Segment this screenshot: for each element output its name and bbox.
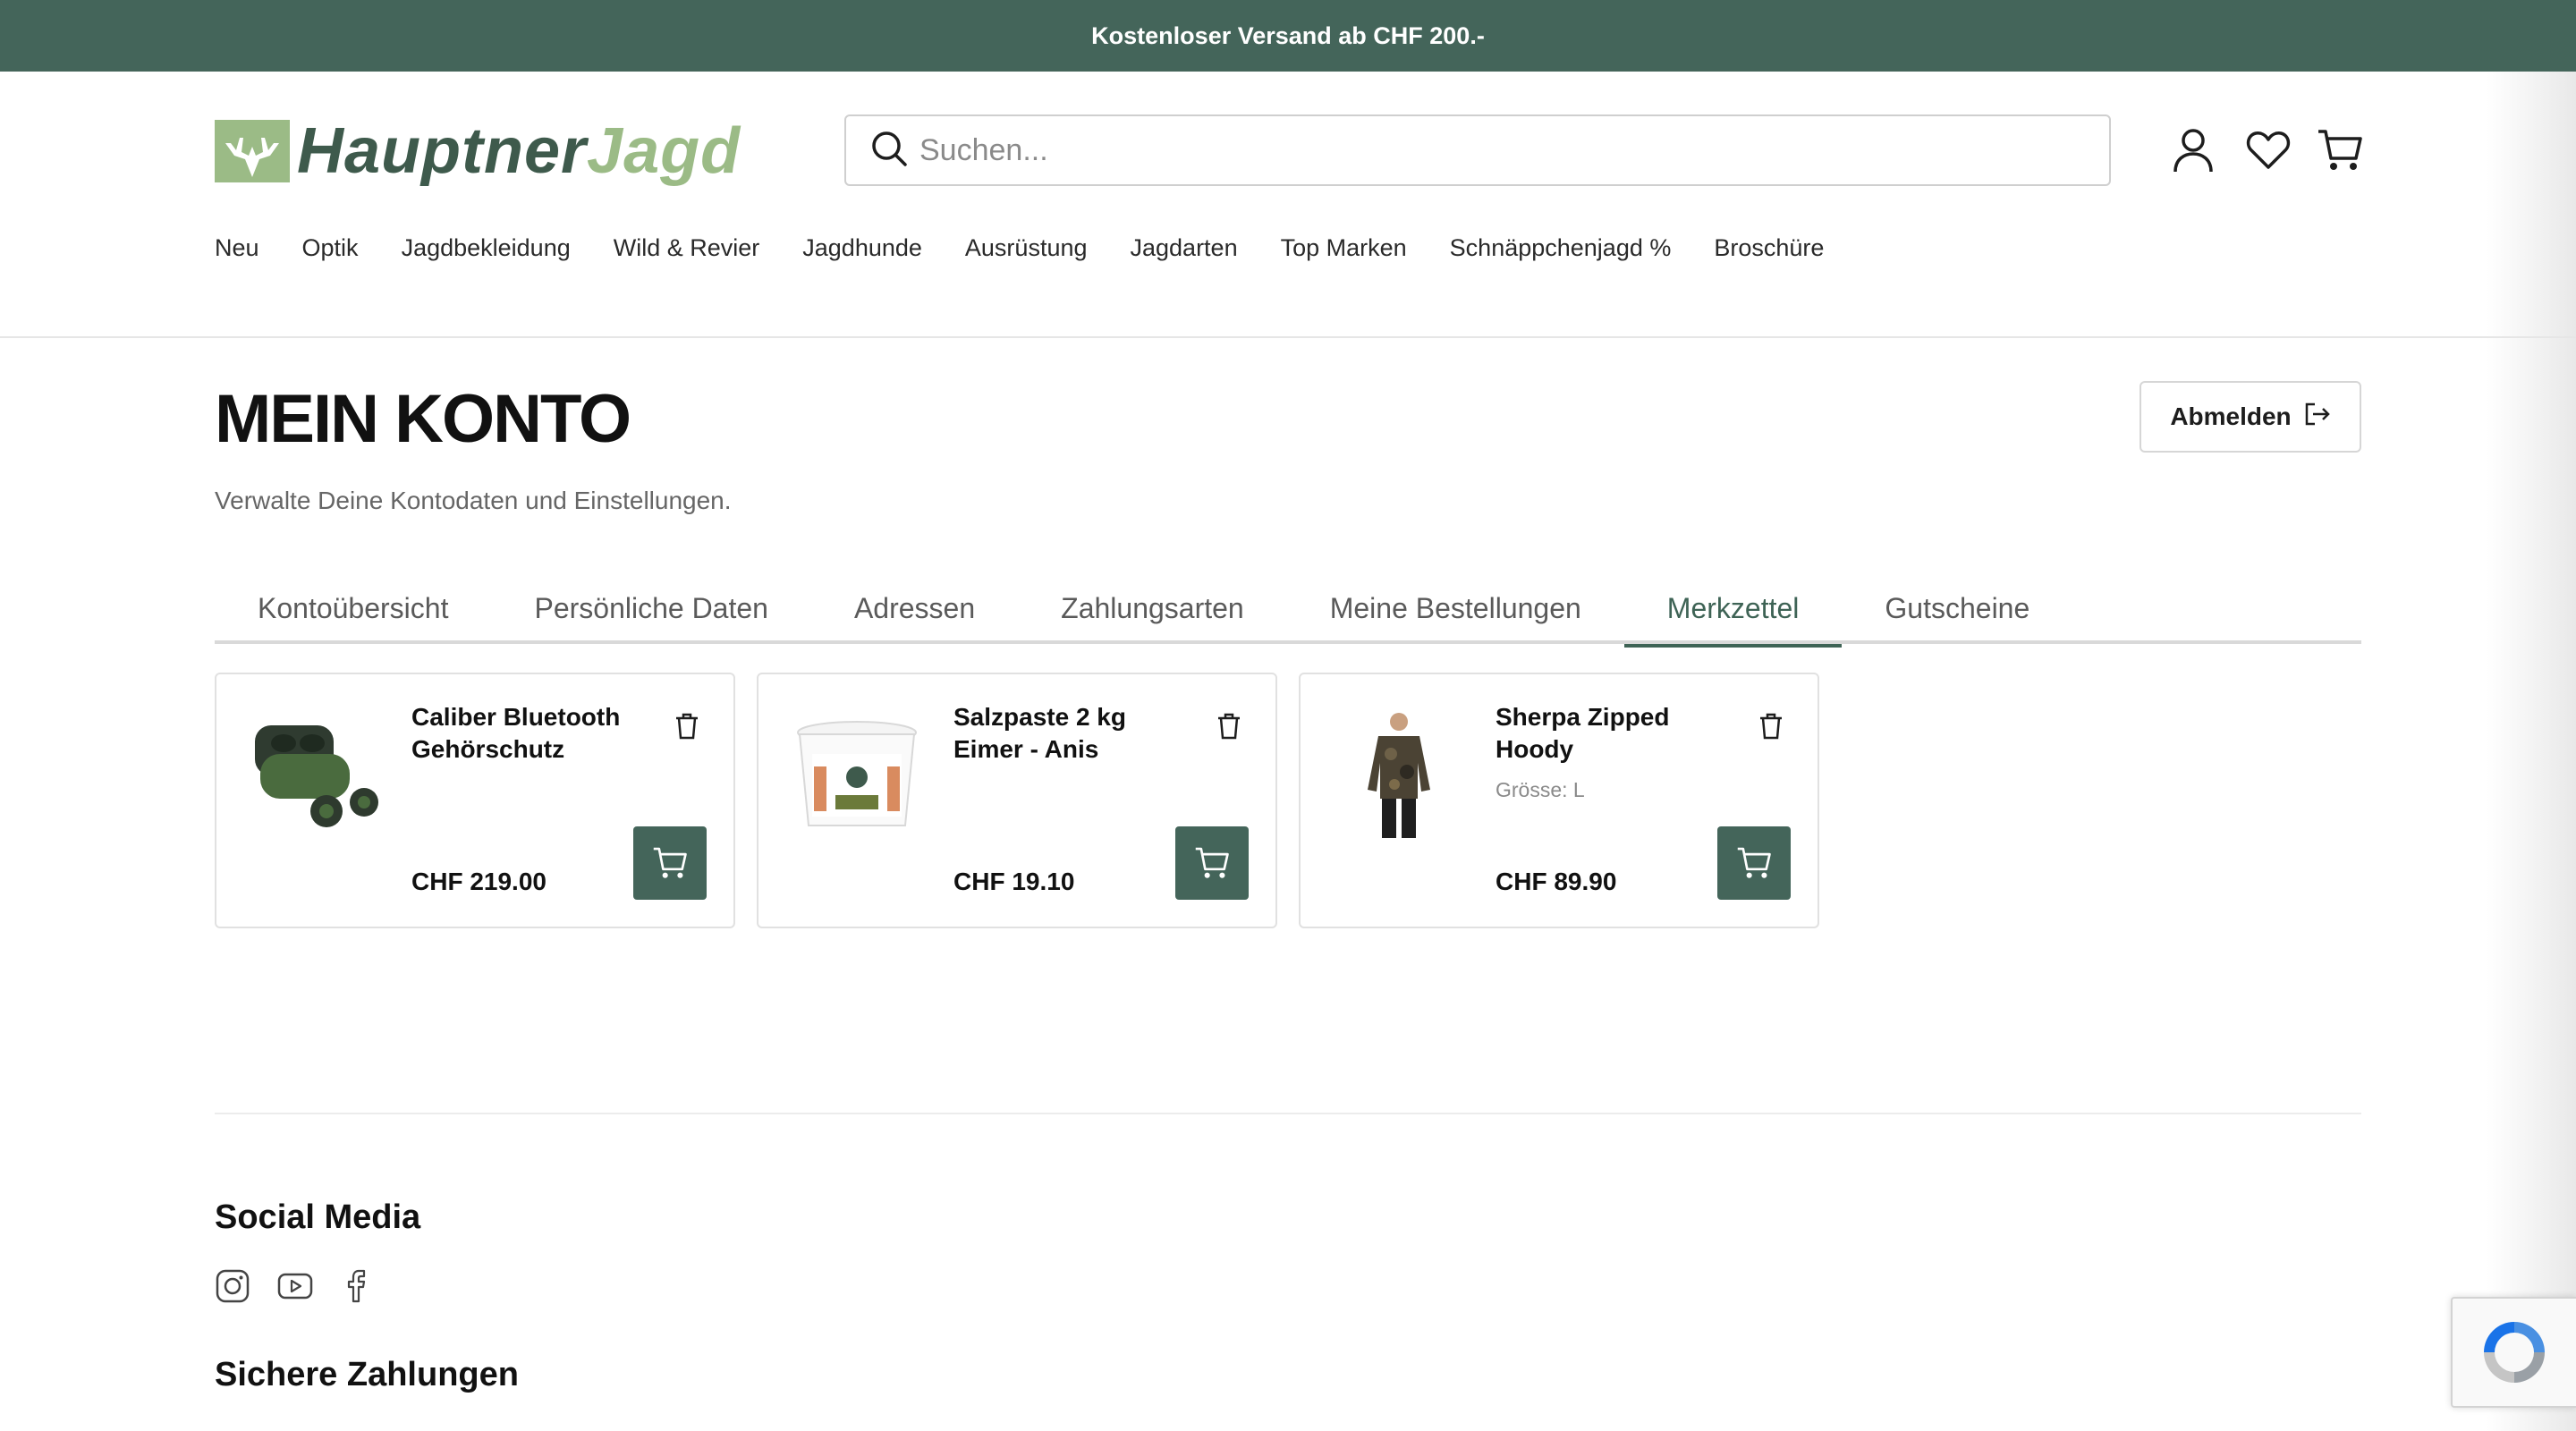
cart-icon[interactable] bbox=[2315, 125, 2365, 175]
cart-icon bbox=[653, 847, 687, 878]
trash-icon[interactable] bbox=[1755, 710, 1787, 742]
social-media-heading: Social Media bbox=[215, 1198, 421, 1236]
product-price: CHF 219.00 bbox=[411, 868, 547, 895]
hoody-icon bbox=[1368, 713, 1430, 838]
logout-button[interactable]: Abmelden bbox=[2140, 381, 2361, 453]
logo-text-secondary: Jagd bbox=[587, 115, 741, 187]
promo-text: Kostenloser Versand ab CHF 200.- bbox=[1091, 21, 1485, 49]
add-to-cart-button[interactable] bbox=[633, 826, 707, 900]
header-divider bbox=[0, 336, 2576, 338]
nav-item-jagdarten[interactable]: Jagdarten bbox=[1131, 234, 1238, 262]
tab-persoenliche-daten[interactable]: Persönliche Daten bbox=[491, 572, 810, 644]
product-name[interactable]: Sherpa Zipped Hoody bbox=[1496, 701, 1728, 766]
search-input[interactable] bbox=[919, 132, 2082, 168]
search-bar[interactable] bbox=[844, 114, 2111, 186]
main-navigation: Neu Optik Jagdbekleidung Wild & Revier J… bbox=[215, 234, 1867, 262]
account-tabs: Kontoübersicht Persönliche Daten Adresse… bbox=[215, 572, 2361, 648]
nav-item-ausruestung[interactable]: Ausrüstung bbox=[965, 234, 1088, 262]
tab-adressen[interactable]: Adressen bbox=[811, 572, 1018, 644]
page-title: MEIN KONTO bbox=[215, 381, 631, 457]
page-subtitle: Verwalte Deine Kontodaten und Einstellun… bbox=[215, 487, 732, 514]
product-image[interactable] bbox=[785, 705, 928, 848]
nav-item-jagdhunde[interactable]: Jagdhunde bbox=[802, 234, 922, 262]
logout-label: Abmelden bbox=[2170, 402, 2292, 430]
scroll-shadow bbox=[2487, 72, 2576, 1431]
recaptcha-icon bbox=[2484, 1322, 2545, 1383]
cart-icon bbox=[1737, 847, 1771, 878]
product-price: CHF 89.90 bbox=[1496, 868, 1617, 895]
product-variant: Grösse: L bbox=[1496, 778, 1585, 801]
trash-icon[interactable] bbox=[1213, 710, 1245, 742]
logout-icon bbox=[2304, 402, 2331, 433]
wishlist-grid: Caliber Bluetooth Gehörschutz CHF 219.00… bbox=[215, 673, 1819, 928]
tab-kontouebersicht[interactable]: Kontoübersicht bbox=[215, 572, 491, 644]
nav-item-top-marken[interactable]: Top Marken bbox=[1281, 234, 1407, 262]
product-name[interactable]: Caliber Bluetooth Gehörschutz bbox=[411, 701, 644, 766]
social-icons bbox=[215, 1268, 376, 1304]
product-name[interactable]: Salzpaste 2 kg Eimer - Anis bbox=[953, 701, 1186, 766]
tab-gutscheine[interactable]: Gutscheine bbox=[1842, 572, 2072, 644]
add-to-cart-button[interactable] bbox=[1717, 826, 1791, 900]
youtube-icon[interactable] bbox=[277, 1268, 313, 1304]
tab-zahlungsarten[interactable]: Zahlungsarten bbox=[1018, 572, 1287, 644]
wishlist-card: Sherpa Zipped Hoody Grösse: L CHF 89.90 bbox=[1299, 673, 1819, 928]
product-image[interactable] bbox=[243, 705, 386, 848]
facebook-icon[interactable] bbox=[340, 1268, 376, 1304]
nav-item-schnaeppchenjagd[interactable]: Schnäppchenjagd % bbox=[1450, 234, 1672, 262]
nav-item-broschuere[interactable]: Broschüre bbox=[1714, 234, 1824, 262]
bucket-icon bbox=[797, 721, 917, 826]
product-image[interactable] bbox=[1327, 705, 1470, 848]
earbuds-icon bbox=[255, 725, 378, 827]
wishlist-card: Caliber Bluetooth Gehörschutz CHF 219.00 bbox=[215, 673, 735, 928]
instagram-icon[interactable] bbox=[215, 1268, 250, 1304]
tab-merkzettel[interactable]: Merkzettel bbox=[1623, 572, 1843, 648]
nav-item-optik[interactable]: Optik bbox=[302, 234, 359, 262]
recaptcha-badge[interactable] bbox=[2451, 1297, 2576, 1408]
nav-item-wild-revier[interactable]: Wild & Revier bbox=[614, 234, 760, 262]
add-to-cart-button[interactable] bbox=[1175, 826, 1249, 900]
search-icon bbox=[869, 129, 909, 173]
wishlist-heart-icon[interactable] bbox=[2243, 125, 2293, 175]
site-logo[interactable]: HauptnerJagd bbox=[215, 119, 787, 183]
product-price: CHF 19.10 bbox=[953, 868, 1075, 895]
footer-divider bbox=[215, 1113, 2361, 1114]
logo-text-primary: Hauptner bbox=[297, 115, 588, 187]
nav-item-jagdbekleidung[interactable]: Jagdbekleidung bbox=[402, 234, 571, 262]
account-icon[interactable] bbox=[2168, 125, 2218, 175]
trash-icon[interactable] bbox=[671, 710, 703, 742]
secure-payments-heading: Sichere Zahlungen bbox=[215, 1356, 519, 1393]
wishlist-card: Salzpaste 2 kg Eimer - Anis CHF 19.10 bbox=[757, 673, 1277, 928]
nav-item-neu[interactable]: Neu bbox=[215, 234, 259, 262]
cart-icon bbox=[1195, 847, 1229, 878]
tab-meine-bestellungen[interactable]: Meine Bestellungen bbox=[1287, 572, 1624, 644]
promo-banner: Kostenloser Versand ab CHF 200.- bbox=[0, 0, 2576, 72]
deer-logo-icon bbox=[215, 120, 290, 182]
